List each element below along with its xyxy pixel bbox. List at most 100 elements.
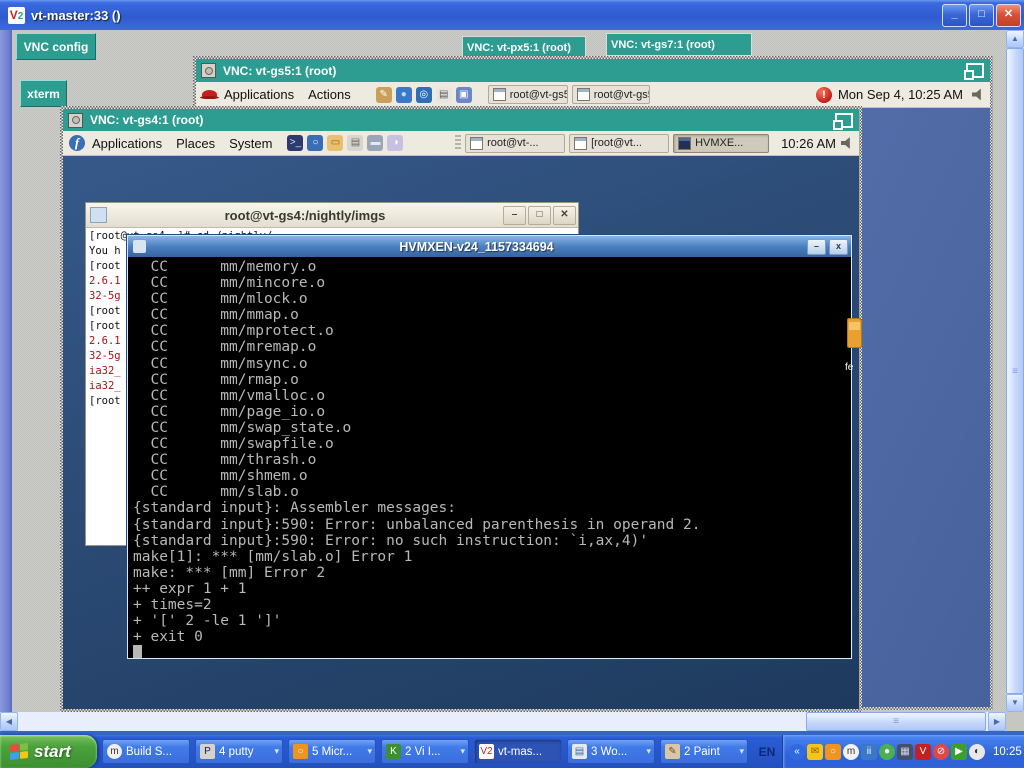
taskbar-button[interactable]: P4 putty▾ [195,739,283,764]
window-list-button[interactable]: root@vt-gs5:/ [488,85,568,104]
users-icon[interactable]: ii [861,744,877,760]
close-button[interactable]: ✕ [996,4,1021,27]
taskbar-button-label: 4 putty [219,746,271,758]
maximize-icon[interactable] [835,113,853,128]
gs5-window-menu-icon[interactable] [201,63,216,78]
taskbar-button-icon: V2 [479,744,494,759]
alert-icon[interactable]: ! [816,87,832,103]
chevron-down-icon[interactable]: ▾ [739,746,744,757]
folder-icon-label: fe [845,362,853,373]
chevron-down-icon[interactable]: ▾ [646,746,651,757]
maven-icon[interactable]: m [843,744,859,760]
chevron-down-icon[interactable]: ▾ [274,746,279,757]
taskbar-button[interactable]: mBuild S... [102,739,190,764]
minimize-button[interactable]: _ [942,4,967,27]
gs7-title: VNC: vt-gs7:1 (root) [611,39,715,51]
terminal-cursor [133,645,142,658]
globe-launcher-icon[interactable]: ◎ [416,87,432,103]
vnc-config-button[interactable]: VNC config [16,33,96,60]
vnc-window-gs7-titlebar[interactable]: VNC: vt-gs7:1 (root) [606,33,752,56]
tray-chevron-icon[interactable]: « [789,744,805,760]
hvmxen-console[interactable]: CC mm/memory.o CC mm/mincore.o CC mm/mlo… [128,257,851,658]
terminal1-window-menu-icon[interactable] [90,207,107,223]
window-list-button[interactable]: HVMXE... [673,134,769,153]
clock-icon[interactable]: ○ [825,744,841,760]
laptop-launcher-icon[interactable]: ▬ [367,135,383,151]
device-icon[interactable]: ▦ [897,744,913,760]
horizontal-scrollbar[interactable]: ◀ ≡ ▶ [0,712,1006,731]
terminal1-titlebar[interactable]: root@vt-gs4:/nightly/imgs – □ ✕ [86,203,578,228]
gs4-window-menu-icon[interactable] [68,113,83,128]
window-icon [470,137,483,150]
minimize-button[interactable]: – [807,239,826,255]
browser-launcher-icon[interactable]: ● [396,87,412,103]
taskbar-button[interactable]: K2 Vi I...▾ [381,739,469,764]
gs4-launchers: >_○▭▤▬◑ [285,135,405,151]
vertical-scrollbar[interactable]: ▲ ≡ ▼ [1006,30,1024,712]
taskbar-button[interactable]: ▤3 Wo...▾ [567,739,655,764]
gs4-menu-applications[interactable]: Applications [92,136,162,151]
gs4-desktop: fedora™ root@vt-gs4:/nightly/imgs – □ ✕ … [63,156,859,709]
printer-launcher-icon[interactable]: ▤ [347,135,363,151]
hvmxen-titlebar[interactable]: HVMXEN-v24_1157334694 – x [128,236,851,257]
blocked-icon[interactable]: ⊘ [933,744,949,760]
gs5-menu-actions[interactable]: Actions [308,87,351,102]
print-launcher-icon[interactable]: ▤ [436,87,452,103]
gs4-titlebar[interactable]: VNC: vt-gs4:1 (root) [63,109,859,131]
windows-flag-icon [10,743,28,760]
gs5-menu-applications[interactable]: Applications [224,87,294,102]
scroll-up-button[interactable]: ▲ [1006,30,1024,48]
taskbar-button-icon: ✎ [665,744,680,759]
gs4-menu-system[interactable]: System [229,136,272,151]
taskbar-button-icon: K [386,744,401,759]
sync-icon[interactable]: ▶ [951,744,967,760]
gs5-window-list: root@vt-gs5:/root@vt-gs5:/ [488,85,654,104]
taskbar-button[interactable]: ○5 Micr...▾ [288,739,376,764]
antivirus-icon[interactable]: V [915,744,931,760]
start-button[interactable]: start [0,735,97,768]
hvmxen-window-menu-icon[interactable] [133,240,146,253]
folder-launcher-icon[interactable]: ▭ [327,135,343,151]
redhat-menu-icon[interactable] [202,90,217,99]
writer-launcher-icon[interactable]: ✎ [376,87,392,103]
mail-icon[interactable]: ✉ [807,744,823,760]
xp-window-titlebar[interactable]: V2 vt-master:33 () _ □ ✕ [0,0,1024,30]
taskbar-button[interactable]: V2vt-mas... [474,739,562,764]
fedora-menu-icon[interactable]: f [69,135,85,151]
speaker-icon[interactable] [841,137,854,150]
scroll-right-button[interactable]: ▶ [988,712,1006,731]
horizontal-scroll-thumb[interactable]: ≡ [806,712,986,731]
monitor-launcher-icon[interactable]: ◑ [387,135,403,151]
gs5-gnome-panel: Applications Actions ✎●◎▤▣ root@vt-gs5:/… [196,82,990,108]
taskbar-button-icon: ○ [293,744,308,759]
chevron-down-icon[interactable]: ▾ [367,746,372,757]
display-launcher-icon[interactable]: ▣ [456,87,472,103]
terminal-launcher-icon[interactable]: >_ [287,135,303,151]
messenger-icon[interactable]: ● [879,744,895,760]
window-list-button[interactable]: [root@vt... [569,134,669,153]
taskbar-button[interactable]: ✎2 Paint▾ [660,739,748,764]
xterm-button[interactable]: xterm [20,80,67,107]
maximize-icon[interactable] [966,63,984,78]
close-button[interactable]: x [829,239,848,255]
gs5-titlebar[interactable]: VNC: vt-gs5:1 (root) [196,59,990,82]
speaker-icon[interactable] [972,88,985,101]
maximize-button[interactable]: □ [969,4,994,27]
chevron-down-icon[interactable]: ▾ [460,746,465,757]
minimize-button[interactable]: – [503,206,526,225]
terminal1-title: root@vt-gs4:/nightly/imgs [107,208,503,223]
window-list-button[interactable]: root@vt-gs5:/ [572,85,650,104]
close-button[interactable]: ✕ [553,206,576,225]
vertical-scroll-thumb[interactable]: ≡ [1006,48,1024,694]
screen: V2 vt-master:33 () _ □ ✕ VNC config xter… [0,0,1024,768]
scroll-down-button[interactable]: ▼ [1006,694,1024,712]
panel-handle[interactable] [455,135,461,152]
gs4-menu-places[interactable]: Places [176,136,215,151]
timer-icon[interactable]: ◐ [969,744,985,760]
maximize-button[interactable]: □ [528,206,551,225]
folder-icon[interactable] [847,318,862,348]
browser-clock-launcher-icon[interactable]: ○ [307,135,323,151]
language-indicator[interactable]: EN [754,745,780,759]
window-list-button[interactable]: root@vt-... [465,134,565,153]
scroll-left-button[interactable]: ◀ [0,712,18,731]
